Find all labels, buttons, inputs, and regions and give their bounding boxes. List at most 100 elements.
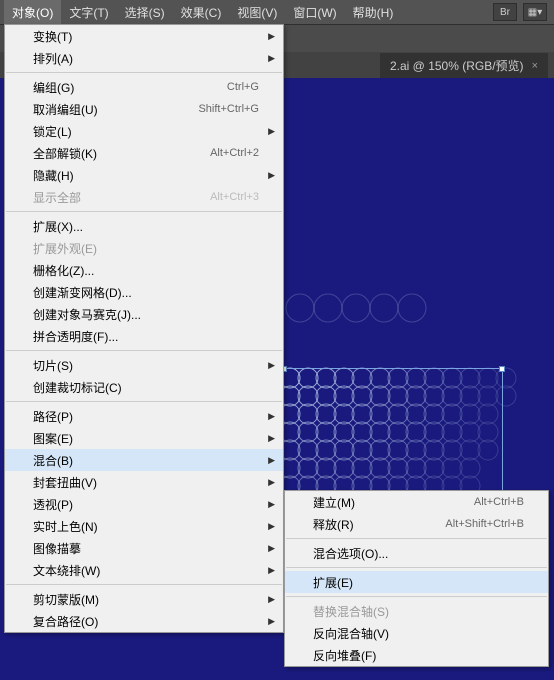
menu-item-shortcut: Ctrl+G [227,81,259,93]
menu-item-label: 剪切蒙版(M) [33,591,259,608]
menu-item[interactable]: 图案(E) ▶ [5,427,283,449]
menu-item-shortcut: Alt+Ctrl+B [474,496,524,508]
submenu-arrow-icon: ▶ [268,594,275,605]
submenu-arrow-icon: ▶ [268,126,275,137]
menu-item[interactable]: 文本绕排(W)▶ [5,559,283,581]
menu-item-label: 反向混合轴(V) [313,625,524,642]
menu-item-label: 混合选项(O)... [313,545,524,562]
menu-object[interactable]: 对象(O) [4,0,61,25]
menu-item-shortcut: Shift+Ctrl+G [198,103,259,115]
menu-item[interactable]: 锁定(L) ▶ [5,120,283,142]
menu-item-label: 文本绕排(W) [33,562,259,579]
menu-item-label: 锁定(L) [33,123,259,140]
menu-select[interactable]: 选择(S) [117,0,173,25]
menu-item-shortcut: Alt+Shift+Ctrl+B [445,518,524,530]
menu-item[interactable]: 创建渐变网格(D)... [5,281,283,303]
menu-item-label: 复合路径(O) [33,613,259,630]
menu-item[interactable]: 取消编组(U) Shift+Ctrl+G [5,98,283,120]
layout-icon[interactable]: ▦▾ [523,3,547,21]
menu-item[interactable]: 路径(P) ▶ [5,405,283,427]
menu-item-label: 全部解锁(K) [33,145,180,162]
menu-item[interactable]: 变换(T) ▶ [5,25,283,47]
tab-title: 2.ai @ 150% (RGB/预览) [390,57,524,74]
menubar: 对象(O) 文字(T) 选择(S) 效果(C) 视图(V) 窗口(W) 帮助(H… [0,0,554,24]
submenu-arrow-icon: ▶ [268,455,275,466]
menu-item-shortcut: Alt+Ctrl+3 [210,191,259,203]
menu-item-label: 创建渐变网格(D)... [33,284,259,301]
menu-item[interactable]: 隐藏(H) ▶ [5,164,283,186]
menu-item[interactable]: 创建对象马赛克(J)... [5,303,283,325]
menu-item[interactable]: 释放(R) Alt+Shift+Ctrl+B [285,513,548,535]
menu-item-label: 混合(B) [33,452,259,469]
submenu-arrow-icon: ▶ [268,433,275,444]
menu-item[interactable]: 混合选项(O)... [285,542,548,564]
menu-item[interactable]: 反向堆叠(F) [285,644,548,666]
menu-item[interactable]: 扩展(X)... [5,215,283,237]
menu-item-label: 变换(T) [33,28,259,45]
menu-separator [6,401,282,402]
menu-type[interactable]: 文字(T) [61,0,116,25]
menu-item-label: 排列(A) [33,50,259,67]
menu-item[interactable]: 封套扭曲(V)▶ [5,471,283,493]
menu-item-label: 扩展(X)... [33,218,259,235]
menu-item[interactable]: 混合(B) ▶ [5,449,283,471]
menu-item[interactable]: 创建裁切标记(C) [5,376,283,398]
submenu-arrow-icon: ▶ [268,411,275,422]
menu-item[interactable]: 切片(S)▶ [5,354,283,376]
menu-item[interactable]: 建立(M) Alt+Ctrl+B [285,491,548,513]
menu-item-label: 建立(M) [313,494,444,511]
submenu-arrow-icon: ▶ [268,543,275,554]
object-menu: 变换(T)▶排列(A)▶编组(G)Ctrl+G取消编组(U)Shift+Ctrl… [4,24,284,633]
menu-item-label: 透视(P) [33,496,259,513]
menu-help[interactable]: 帮助(H) [345,0,402,25]
menu-item-label: 替换混合轴(S) [313,603,524,620]
menu-item-label: 栅格化(Z)... [33,262,259,279]
menu-item[interactable]: 复合路径(O) ▶ [5,610,283,632]
submenu-arrow-icon: ▶ [268,170,275,181]
menu-item-label: 编组(G) [33,79,197,96]
menu-item-label: 切片(S) [33,357,259,374]
menu-item[interactable]: 剪切蒙版(M) ▶ [5,588,283,610]
menu-item-label: 封套扭曲(V) [33,474,259,491]
blend-submenu: 建立(M) Alt+Ctrl+B 释放(R) Alt+Shift+Ctrl+B 混合选项… [284,490,549,667]
submenu-arrow-icon: ▶ [268,499,275,510]
menu-item-label: 创建裁切标记(C) [33,379,259,396]
handle-ne[interactable] [499,366,505,372]
menu-item-label: 实时上色(N) [33,518,259,535]
menu-item-label: 释放(R) [313,516,415,533]
menu-item[interactable]: 反向混合轴(V) [285,622,548,644]
menu-item[interactable]: 扩展(E) [285,571,548,593]
menu-item[interactable]: 栅格化(Z)... [5,259,283,281]
submenu-arrow-icon: ▶ [268,31,275,42]
menu-item-label: 图案(E) [33,430,259,447]
menu-item[interactable]: 编组(G) Ctrl+G [5,76,283,98]
menu-item-shortcut: Alt+Ctrl+2 [210,147,259,159]
menu-window[interactable]: 窗口(W) [285,0,344,25]
menu-item-label: 创建对象马赛克(J)... [33,306,259,323]
menu-item-label: 扩展外观(E) [33,240,259,257]
menu-separator [6,72,282,73]
menu-item[interactable]: 实时上色(N) ▶ [5,515,283,537]
bridge-icon[interactable]: Br [493,3,517,21]
menu-item[interactable]: 图像描摹 ▶ [5,537,283,559]
menu-item[interactable]: 拼合透明度(F)... [5,325,283,347]
menu-item[interactable]: 排列(A)▶ [5,47,283,69]
submenu-arrow-icon: ▶ [268,521,275,532]
menu-item[interactable]: 透视(P) ▶ [5,493,283,515]
close-icon[interactable]: × [532,60,538,72]
menu-separator [6,211,282,212]
menu-item-label: 图像描摹 [33,540,259,557]
menu-item-label: 路径(P) [33,408,259,425]
menu-item: 替换混合轴(S) [285,600,548,622]
menu-item[interactable]: 全部解锁(K) Alt+Ctrl+2 [5,142,283,164]
menu-item-label: 取消编组(U) [33,101,168,118]
menu-view[interactable]: 视图(V) [229,0,285,25]
menu-item-label: 隐藏(H) [33,167,259,184]
menu-separator [286,538,547,539]
menu-item-label: 反向堆叠(F) [313,647,524,664]
menu-item-label: 扩展(E) [313,574,524,591]
menu-effect[interactable]: 效果(C) [173,0,230,25]
submenu-arrow-icon: ▶ [268,616,275,627]
document-tab[interactable]: 2.ai @ 150% (RGB/预览) × [380,53,548,78]
menu-item-label: 拼合透明度(F)... [33,328,259,345]
